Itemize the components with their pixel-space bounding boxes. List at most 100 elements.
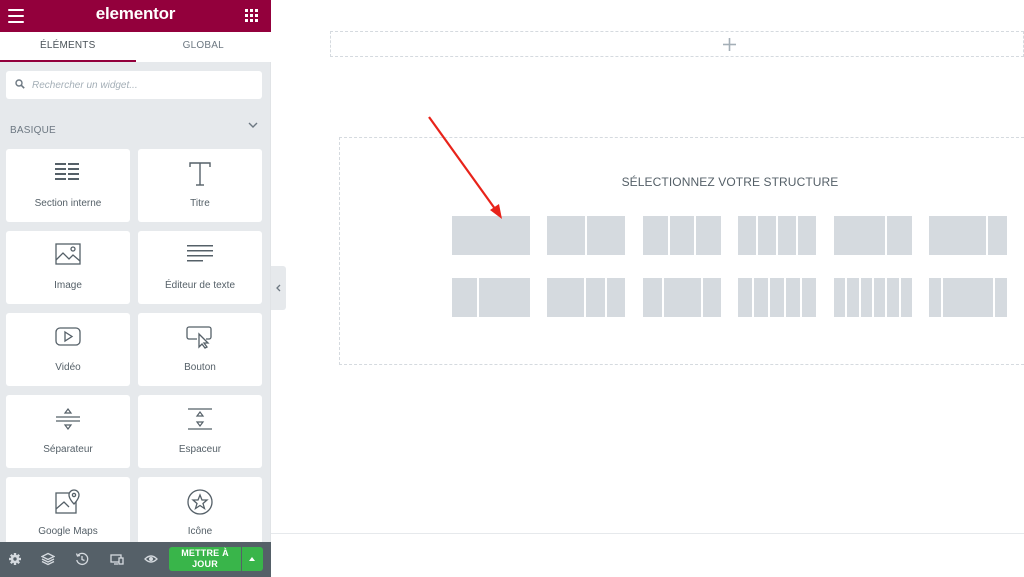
history-icon[interactable]	[75, 552, 89, 566]
preset-column	[669, 216, 695, 255]
divider-icon	[56, 408, 80, 430]
preset-column	[754, 278, 768, 317]
widget-icon[interactable]: Icône	[138, 477, 262, 542]
tab-elements[interactable]: ÉLÉMENTS	[0, 32, 136, 62]
widget-search	[6, 71, 262, 99]
update-options-button[interactable]	[242, 547, 263, 571]
preset-column	[643, 278, 662, 317]
widget-image[interactable]: Image	[6, 231, 130, 304]
chevron-down-icon[interactable]	[248, 121, 258, 129]
preset-column	[786, 278, 800, 317]
structure-preset[interactable]	[738, 216, 816, 255]
update-button[interactable]: METTRE À JOUR	[169, 547, 241, 571]
search-icon	[15, 79, 25, 89]
structure-preset[interactable]	[547, 216, 625, 255]
image-icon	[55, 243, 81, 265]
responsive-icon[interactable]	[110, 552, 124, 566]
structure-preset[interactable]	[452, 278, 530, 317]
structure-preset[interactable]	[643, 216, 721, 255]
chevron-left-icon	[276, 284, 281, 292]
heading-icon	[189, 162, 211, 186]
spacer-icon	[188, 408, 212, 430]
widget-grid: Section interne Titre Image Éditeur de t…	[6, 149, 263, 542]
preset-column	[798, 216, 816, 255]
video-icon	[55, 327, 81, 346]
preset-column	[587, 216, 625, 255]
search-input[interactable]	[32, 71, 254, 99]
widget-button[interactable]: Bouton	[138, 313, 262, 386]
preset-column	[663, 278, 701, 317]
preset-column	[770, 278, 784, 317]
preset-column	[606, 278, 625, 317]
elementor-logo: elementor	[95, 4, 176, 23]
add-section-zone[interactable]	[330, 31, 1024, 57]
widget-label: Espaceur	[178, 444, 222, 455]
widget-video[interactable]: Vidéo	[6, 313, 130, 386]
widget-label: Icône	[187, 526, 213, 537]
preset-column	[900, 278, 912, 317]
preset-column	[802, 278, 816, 317]
widget-google-maps[interactable]: Google Maps	[6, 477, 130, 542]
structure-preset[interactable]	[738, 278, 816, 317]
preset-column	[834, 216, 885, 255]
category-header[interactable]: BASIQUE	[10, 120, 260, 136]
preview-icon[interactable]	[144, 552, 158, 566]
preset-column	[778, 216, 796, 255]
widget-inner-section[interactable]: Section interne	[6, 149, 130, 222]
widget-spacer[interactable]: Espaceur	[138, 395, 262, 468]
caret-up-icon	[249, 557, 255, 561]
widgets-grid-icon[interactable]	[245, 9, 258, 22]
elementor-panel: elementor ÉLÉMENTS GLOBAL BASIQUE	[0, 0, 271, 577]
preset-column	[887, 278, 899, 317]
preset-column	[452, 278, 478, 317]
preset-column	[929, 278, 942, 317]
widget-label: Google Maps	[38, 526, 98, 537]
preset-column	[886, 216, 912, 255]
widget-heading[interactable]: Titre	[138, 149, 262, 222]
preset-column	[738, 278, 752, 317]
preset-column	[702, 278, 721, 317]
structure-preset[interactable]	[929, 216, 1007, 255]
settings-icon[interactable]	[8, 552, 22, 566]
widget-label: Titre	[190, 198, 210, 209]
structure-preset[interactable]	[929, 278, 1007, 317]
button-icon	[186, 326, 212, 349]
widget-divider[interactable]: Séparateur	[6, 395, 130, 468]
preset-column	[696, 216, 721, 255]
widget-label: Image	[54, 280, 82, 291]
widget-label: Séparateur	[43, 444, 93, 455]
preset-column	[860, 278, 872, 317]
preset-column	[988, 216, 1007, 255]
preset-column	[479, 278, 530, 317]
navigator-icon[interactable]	[41, 552, 55, 566]
preset-column	[929, 216, 986, 255]
inner-section-icon	[55, 163, 79, 180]
preset-column	[547, 216, 585, 255]
category-label: BASIQUE	[10, 125, 56, 136]
widget-label: Section interne	[34, 198, 102, 209]
structure-preset[interactable]	[547, 278, 625, 317]
text-editor-icon	[187, 245, 213, 262]
plus-icon[interactable]	[723, 38, 736, 51]
preset-column	[643, 216, 668, 255]
collapse-panel-button[interactable]	[271, 266, 286, 310]
google-maps-icon	[55, 489, 80, 514]
widget-label: Vidéo	[55, 362, 81, 373]
widget-label: Éditeur de texte	[164, 280, 236, 291]
panel-tabs: ÉLÉMENTS GLOBAL	[0, 32, 271, 62]
preset-column	[847, 278, 859, 317]
structure-preset[interactable]	[834, 278, 912, 317]
preset-column	[547, 278, 584, 317]
widget-text-editor[interactable]: Éditeur de texte	[138, 231, 262, 304]
tab-global[interactable]: GLOBAL	[135, 32, 271, 62]
annotation-arrow	[428, 116, 502, 219]
preset-column	[873, 278, 886, 317]
preset-column	[738, 216, 756, 255]
structure-preset[interactable]	[834, 216, 912, 255]
widget-label: Bouton	[184, 362, 216, 373]
preset-column	[943, 278, 993, 317]
star-icon	[187, 489, 213, 515]
structure-preset[interactable]	[643, 278, 721, 317]
preset-column	[758, 216, 776, 255]
panel-header: elementor	[0, 0, 271, 32]
